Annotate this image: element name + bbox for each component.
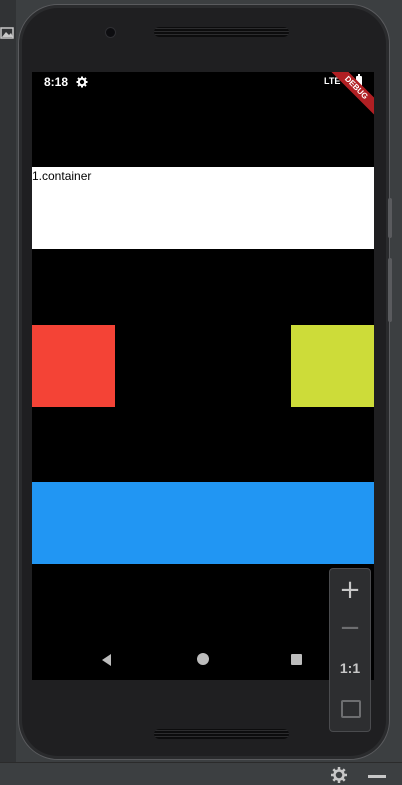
red-box (32, 325, 115, 407)
bottom-speaker (154, 729, 289, 739)
zoom-in-button[interactable]: + (330, 571, 370, 609)
status-time: 8:18 (44, 75, 69, 89)
volume-button[interactable] (388, 258, 392, 322)
actual-size-button[interactable]: 1:1 (330, 649, 370, 687)
gear-icon[interactable] (330, 766, 348, 784)
fit-screen-button[interactable] (330, 689, 370, 727)
fit-screen-icon (341, 700, 361, 718)
gear-icon (76, 76, 88, 88)
power-button[interactable] (388, 198, 392, 238)
minimize-button[interactable] (368, 775, 386, 778)
image-icon[interactable] (0, 26, 14, 40)
zoom-controls: + − 1:1 (329, 568, 371, 732)
zoom-out-button[interactable]: − (330, 609, 370, 647)
status-bar: 8:18 LTE (32, 72, 374, 92)
device-screen: 8:18 LTE DEBUG 1.container (32, 72, 374, 680)
container-label: 1.container (32, 169, 92, 183)
recent-square-icon[interactable] (291, 654, 302, 665)
front-camera (105, 27, 116, 38)
lime-box (291, 325, 374, 407)
home-circle-icon[interactable] (197, 653, 209, 665)
top-speaker (154, 27, 289, 37)
white-container: 1.container (32, 167, 374, 249)
back-triangle-icon[interactable] (100, 653, 114, 667)
blue-container (32, 482, 374, 564)
ide-left-strip (0, 0, 16, 784)
